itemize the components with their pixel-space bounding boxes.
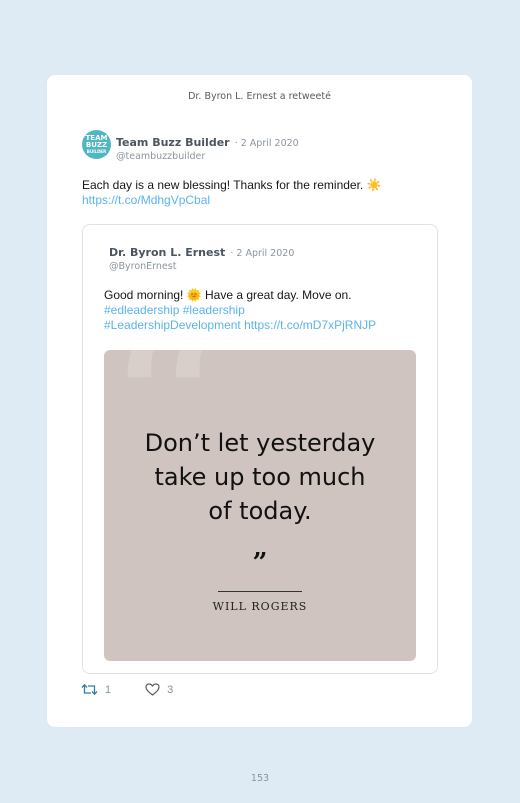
image-quote-text: Don’t let yesterday take up too much of … [104,426,416,528]
page-number: 153 [250,773,270,784]
tweet-link[interactable]: https://t.co/MdhgVpCbal [82,193,382,208]
quoted-author: Dr. Byron L. Ernest · 2 April 2020 @Byro… [109,241,294,272]
heart-icon [145,683,160,696]
quoted-handle[interactable]: @ByronErnest [109,261,294,272]
quoted-link[interactable]: https://t.co/mD7xPjRNJP [244,318,376,332]
retweet-note: Dr. Byron L. Ernest a retweeté [188,91,331,102]
avatar-text-3: BUILDER [86,149,107,154]
like-count: 3 [167,683,174,696]
tweet-date[interactable]: · 2 April 2020 [235,138,299,149]
retweet-count: 1 [105,683,112,696]
image-quote-line-3: of today. [208,497,312,525]
tweet-author: Team Buzz Builder · 2 April 2020 @teambu… [116,131,299,162]
avatar[interactable]: TEAM BUZZ BUILDER [82,130,111,159]
retweet-button[interactable]: 1 [81,683,111,696]
author-handle[interactable]: @teambuzzbuilder [116,151,299,162]
image-quote-author: WILL ROGERS [212,600,308,613]
tweet-actions: 1 3 [81,683,173,696]
closing-quote-mark: ” [252,548,268,578]
like-button[interactable]: 3 [145,683,173,696]
tweet-card: Dr. Byron L. Ernest a retweeté TEAM BUZZ… [47,75,472,727]
avatar-text-2: BUZZ [85,141,108,149]
divider [218,591,302,592]
quoted-date[interactable]: · 2 April 2020 [230,248,294,259]
quoted-author-name[interactable]: Dr. Byron L. Ernest [109,246,225,259]
quoted-hashtags-2[interactable]: #LeadershipDevelopment [104,318,241,332]
quote-image[interactable]: “ Don’t let yesterday take up too much o… [104,350,416,661]
quoted-hashtags-1[interactable]: #edleadership #leadership [104,303,376,318]
tweet-body: Each day is a new blessing! Thanks for t… [82,178,382,207]
tweet-text: Each day is a new blessing! Thanks for t… [82,178,382,192]
author-name[interactable]: Team Buzz Builder [116,136,230,149]
quoted-tweet[interactable]: Dr. Byron L. Ernest · 2 April 2020 @Byro… [82,224,438,674]
image-quote-line-1: Don’t let yesterday [144,429,376,457]
image-quote-line-2: take up too much [154,463,366,491]
quoted-text: Good morning! 🌞 Have a great day. Move o… [104,288,352,302]
retweet-icon [81,683,98,696]
quoted-body: Good morning! 🌞 Have a great day. Move o… [104,288,376,333]
